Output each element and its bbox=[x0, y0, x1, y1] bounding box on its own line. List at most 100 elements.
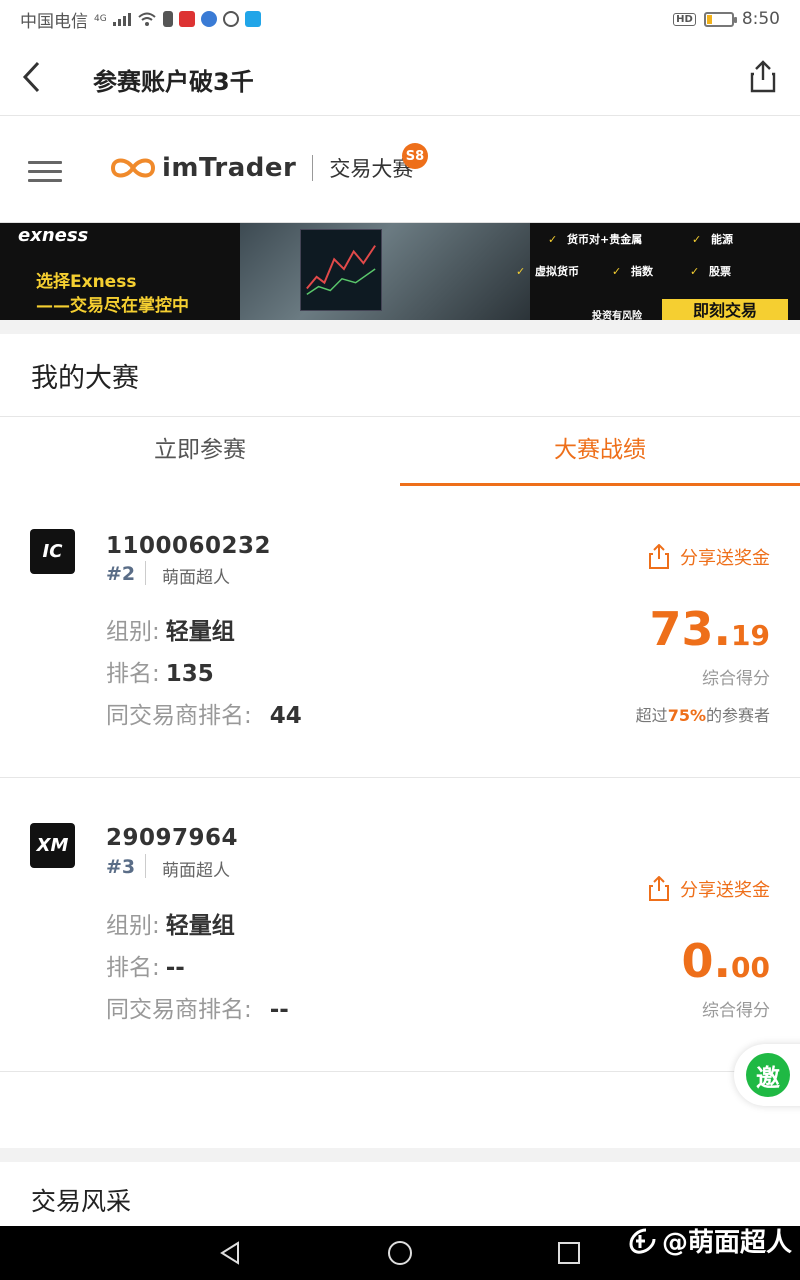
banner-feature: 股票 bbox=[690, 263, 731, 279]
section-gap bbox=[0, 320, 800, 334]
group-value: 轻量组 bbox=[165, 619, 235, 645]
banner-risk-note: 投资有风险 bbox=[592, 311, 642, 320]
weibo-logo-icon bbox=[629, 1228, 656, 1254]
invite-button[interactable]: 邀 bbox=[734, 1044, 800, 1106]
banner-feature: 虚拟货币 bbox=[516, 263, 579, 279]
rank-row: 排名: -- bbox=[106, 948, 185, 982]
recents-square-icon[interactable] bbox=[556, 1240, 582, 1266]
account-id: 29097964 bbox=[106, 825, 239, 851]
wifi-icon bbox=[138, 12, 156, 26]
home-circle-icon[interactable] bbox=[387, 1240, 413, 1266]
bulb-notification-icon bbox=[244, 11, 261, 27]
logo-text: imTrader bbox=[162, 153, 297, 183]
broker-logo-ic: IC bbox=[30, 529, 75, 574]
section-title-my-contest: 我的大赛 bbox=[31, 363, 139, 394]
page-title: 参赛账户破3千 bbox=[93, 68, 254, 96]
logo-divider bbox=[312, 155, 314, 181]
share-bonus-label: 分享送奖金 bbox=[680, 880, 770, 901]
share-icon bbox=[649, 876, 669, 901]
composite-score: 0.00 bbox=[682, 934, 770, 988]
broker-rank-label: 同交易商排名: bbox=[106, 997, 252, 1023]
broker-rank-row: 同交易商排名: 44 bbox=[106, 696, 302, 730]
score-integer: 73. bbox=[649, 602, 732, 656]
browser-notification-icon bbox=[200, 11, 217, 27]
account-card: IC 1100060232 #2 萌面超人 组别: 轻量组 排名: 135 同交易商… bbox=[0, 486, 800, 778]
broker-rank-label: 同交易商排名: bbox=[106, 703, 252, 729]
banner-feature: 指数 bbox=[612, 263, 653, 279]
notification-icon bbox=[162, 11, 173, 27]
banner-brand: exness bbox=[18, 225, 89, 246]
score-integer: 0. bbox=[681, 934, 732, 988]
share-icon bbox=[649, 544, 669, 569]
account-nickname: 萌面超人 bbox=[162, 861, 230, 881]
contest-tabs: 立即参赛 大赛战绩 bbox=[0, 416, 800, 486]
watermark-text: @萌面超人 bbox=[661, 1228, 792, 1258]
app-notification-icon bbox=[178, 11, 195, 27]
rank-row: 排名: 135 bbox=[106, 654, 214, 688]
tab-join-now[interactable]: 立即参赛 bbox=[0, 417, 400, 486]
score-label: 综合得分 bbox=[702, 1001, 770, 1021]
score-decimal: 19 bbox=[731, 619, 770, 652]
sync-notification-icon bbox=[222, 11, 239, 27]
infinity-logo-icon bbox=[110, 158, 156, 178]
rank-label: 排名: bbox=[106, 661, 160, 687]
title-bar: 参赛账户破3千 bbox=[0, 38, 800, 116]
logo-subtitle: 交易大赛 bbox=[329, 157, 414, 181]
rank-label: 排名: bbox=[106, 955, 160, 981]
broker-rank-row: 同交易商排名: -- bbox=[106, 990, 289, 1024]
beat-percentage: 超过75%的参赛者 bbox=[636, 702, 770, 726]
carrier-label: 中国电信 bbox=[20, 11, 88, 32]
banner-slogan-1: 选择Exness bbox=[36, 272, 137, 292]
account-tag: #2 bbox=[106, 563, 136, 585]
hd-badge: HD bbox=[673, 12, 696, 26]
composite-score: 73.19 bbox=[650, 602, 770, 656]
menu-icon[interactable] bbox=[28, 161, 62, 183]
account-divider bbox=[145, 854, 146, 878]
clock: 8:50 bbox=[741, 9, 780, 29]
ad-banner[interactable]: exness 选择Exness ——交易尽在掌控中 货币对+贵金属 能源 虚拟货… bbox=[0, 223, 800, 320]
brand-bar: imTrader 交易大赛 S8 bbox=[0, 117, 800, 223]
share-icon[interactable] bbox=[748, 60, 778, 94]
battery-level bbox=[706, 14, 712, 24]
chart-screen-image bbox=[300, 229, 382, 311]
share-bonus-label: 分享送奖金 bbox=[680, 548, 770, 569]
group-label: 组别: bbox=[106, 913, 160, 939]
score-label: 综合得分 bbox=[702, 669, 770, 689]
share-bonus-button[interactable]: 分享送奖金 bbox=[648, 876, 770, 902]
section-gap bbox=[0, 1148, 800, 1162]
imtrader-logo: imTrader 交易大赛 S8 bbox=[110, 143, 428, 183]
beat-suffix: 的参赛者 bbox=[705, 706, 770, 725]
watermark: @萌面超人 bbox=[628, 1222, 792, 1259]
beat-prefix: 超过 bbox=[635, 706, 668, 725]
section-title-trading-style: 交易风采 bbox=[31, 1187, 132, 1216]
season-badge: S8 bbox=[402, 143, 428, 169]
account-divider bbox=[145, 561, 146, 585]
tab-results[interactable]: 大赛战绩 bbox=[400, 417, 800, 486]
signal-icon bbox=[112, 12, 131, 26]
score-decimal: 00 bbox=[731, 951, 770, 984]
chevron-left-icon[interactable] bbox=[18, 60, 48, 94]
banner-feature: 能源 bbox=[692, 231, 733, 247]
status-bar: 中国电信 4G HD 8:50 bbox=[0, 0, 800, 38]
group-row: 组别: 轻量组 bbox=[106, 612, 235, 646]
invite-label: 邀 bbox=[746, 1053, 790, 1097]
beat-value: 75% bbox=[667, 706, 706, 725]
broker-rank-value: 44 bbox=[269, 703, 302, 729]
account-tag: #3 bbox=[106, 856, 136, 878]
battery-icon bbox=[703, 11, 737, 27]
share-bonus-button[interactable]: 分享送奖金 bbox=[648, 544, 770, 570]
network-type: 4G bbox=[94, 14, 107, 24]
banner-photo bbox=[240, 223, 530, 320]
rank-value: 135 bbox=[165, 661, 214, 687]
broker-logo-xm: XM bbox=[30, 823, 75, 868]
group-label: 组别: bbox=[106, 619, 160, 645]
banner-slogan-2: ——交易尽在掌控中 bbox=[36, 296, 189, 316]
broker-rank-value: -- bbox=[269, 997, 289, 1023]
banner-feature: 货币对+贵金属 bbox=[548, 231, 642, 247]
back-triangle-icon[interactable] bbox=[218, 1240, 244, 1266]
account-id: 1100060232 bbox=[106, 533, 272, 559]
account-nickname: 萌面超人 bbox=[162, 568, 230, 588]
group-value: 轻量组 bbox=[165, 913, 235, 939]
banner-cta-button[interactable]: 即刻交易 bbox=[662, 299, 788, 320]
group-row: 组别: 轻量组 bbox=[106, 906, 235, 940]
